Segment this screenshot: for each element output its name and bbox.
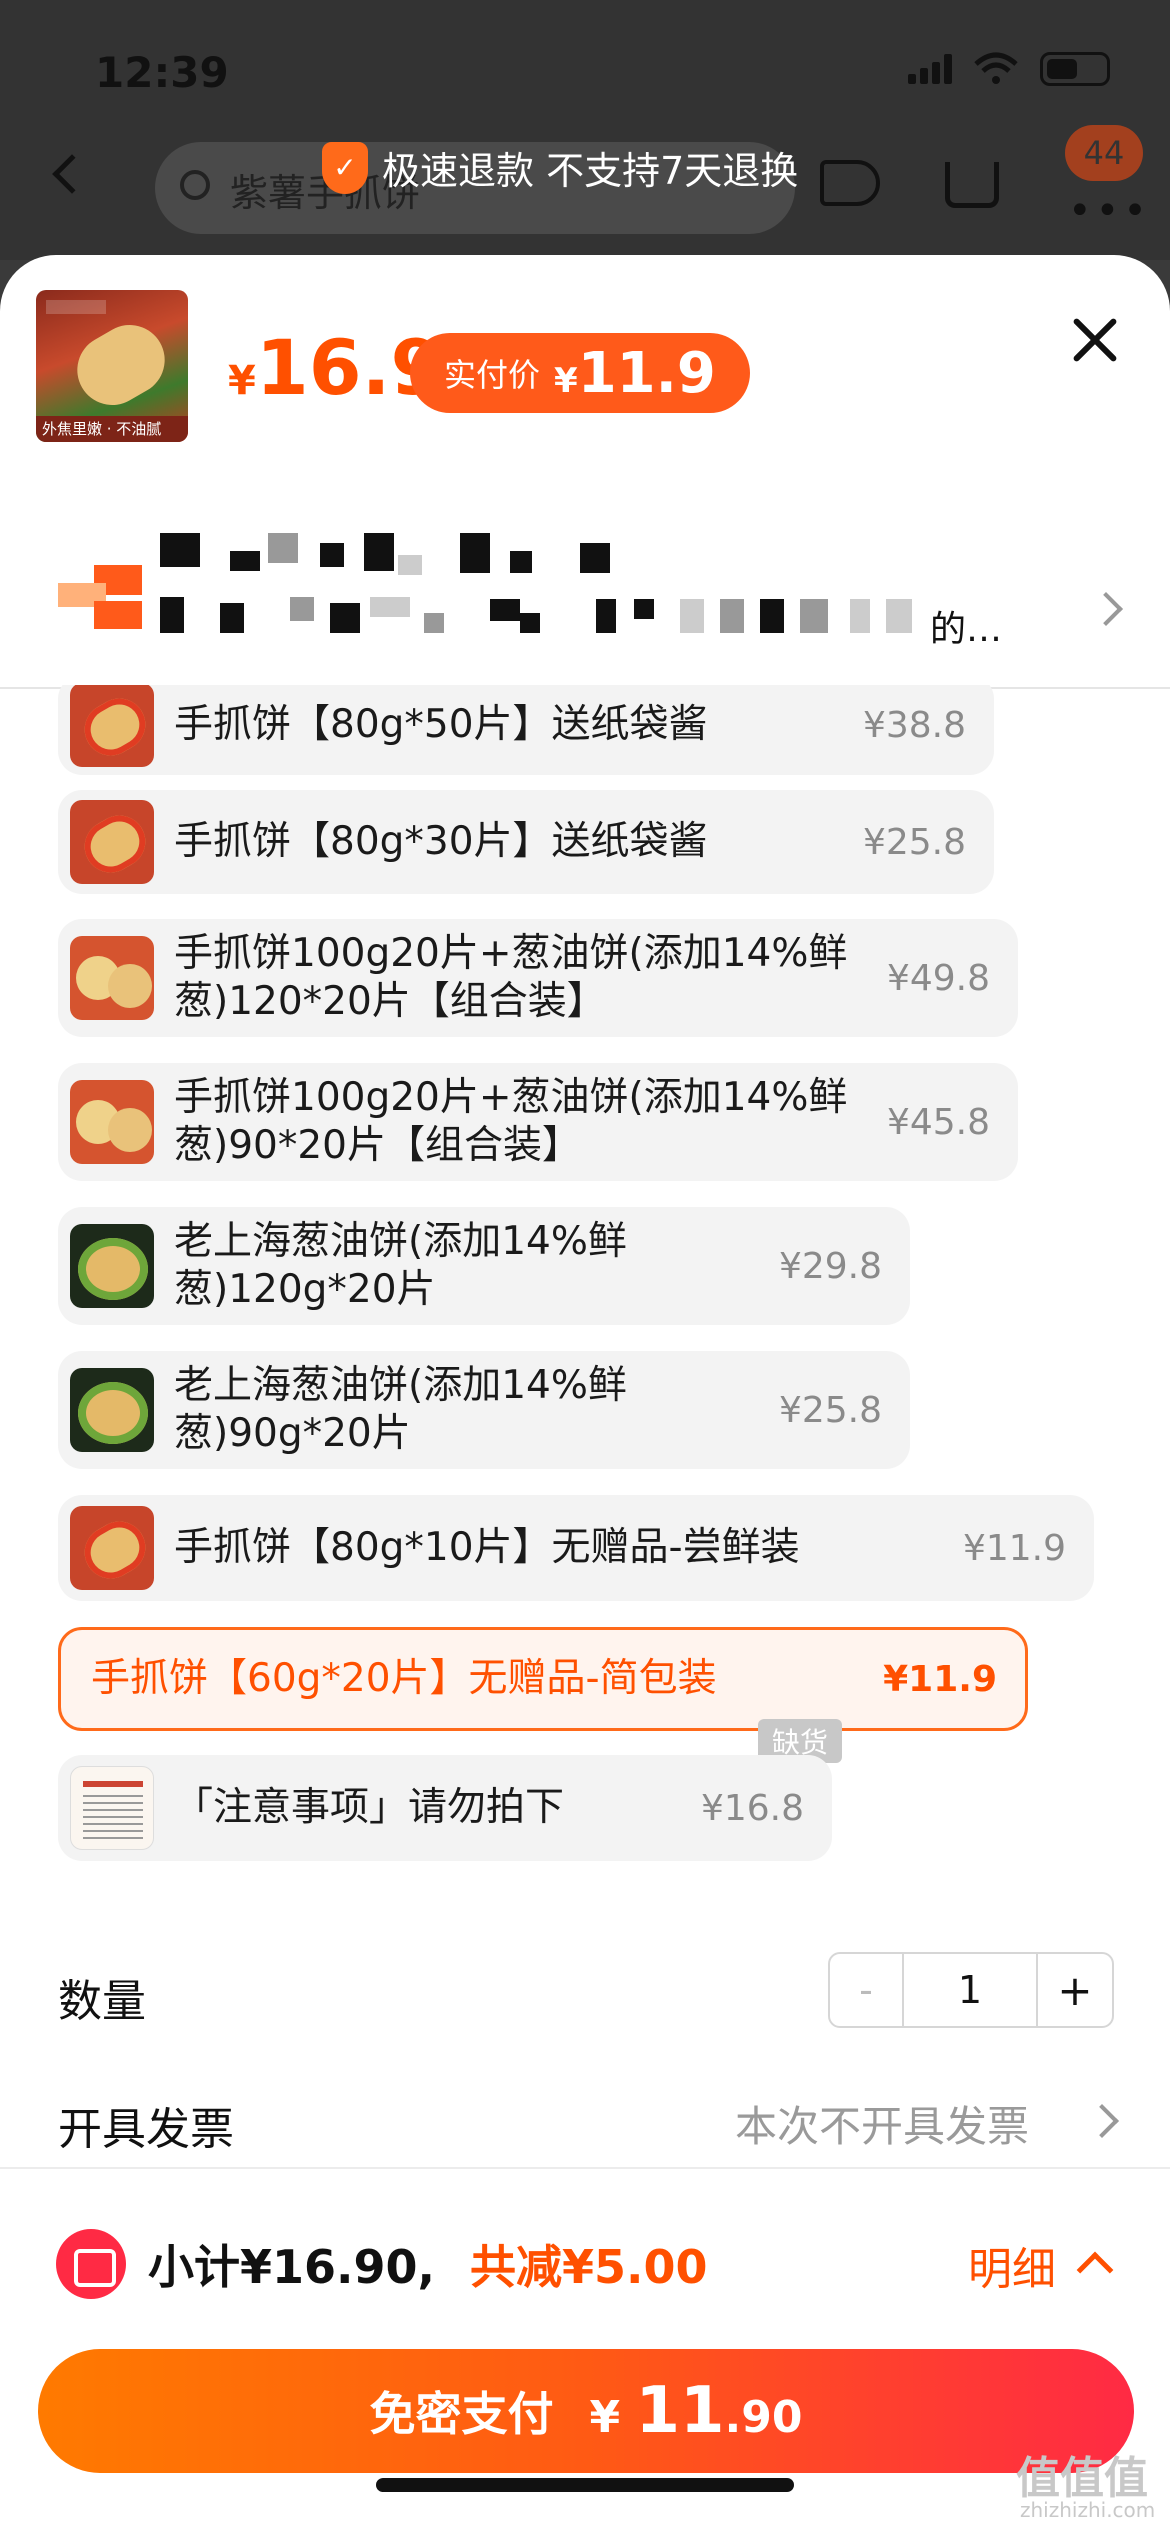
- sku-option[interactable]: 老上海葱油饼(添加14%鲜葱)90g*20片 ¥25.8: [58, 1351, 910, 1469]
- product-thumbnail[interactable]: 外焦里嫩 · 不油腻: [36, 290, 188, 442]
- more-icon[interactable]: •••: [1068, 188, 1151, 234]
- sku-thumbnail: [70, 1368, 154, 1452]
- sku-thumbnail: [70, 685, 154, 767]
- address-row[interactable]: 的…: [0, 485, 1170, 675]
- coupon-icon: [56, 2229, 126, 2299]
- sku-option[interactable]: 老上海葱油饼(添加14%鲜葱)120g*20片 ¥29.8: [58, 1207, 910, 1325]
- search-icon: [180, 170, 210, 200]
- sku-price: ¥49.8: [886, 957, 990, 999]
- sku-thumbnail: [70, 1080, 154, 1164]
- sku-name: 手抓饼【80g*30片】送纸袋酱: [174, 819, 708, 864]
- chevron-up-icon[interactable]: [1076, 2251, 1114, 2289]
- sku-option[interactable]: 手抓饼100g20片+葱油饼(添加14%鲜葱)90*20片【组合装】 ¥45.8: [58, 1063, 1018, 1181]
- sku-thumbnail: [70, 800, 154, 884]
- actual-price-label: 实付价: [444, 356, 541, 394]
- share-icon[interactable]: [820, 160, 880, 206]
- quantity-decrement-button[interactable]: -: [830, 1954, 904, 2026]
- status-icons: [908, 52, 1110, 86]
- address-tail: 的…: [930, 609, 1003, 650]
- sku-selector-sheet: 外焦里嫩 · 不油腻 ¥16.9 实付价 ¥11.9 的… 手抓饼【80g*50…: [0, 255, 1170, 2532]
- address-redacted: [160, 533, 960, 663]
- cart-badge: 44: [1065, 125, 1143, 181]
- shield-check-icon: ✓: [322, 141, 368, 194]
- sku-option[interactable]: 手抓饼100g20片+葱油饼(添加14%鲜葱)120*20片【组合装】 ¥49.…: [58, 919, 1018, 1037]
- dimmed-app-header: 12:39 紫薯手抓饼 44 •••: [0, 0, 1170, 260]
- watermark-url: zhizhizhi.com: [1020, 2498, 1156, 2522]
- cart-icon[interactable]: [945, 162, 999, 208]
- pay-button-amount: ¥ 11.90: [589, 2374, 803, 2448]
- sku-thumbnail: [70, 1766, 154, 1850]
- sku-option[interactable]: 手抓饼【80g*10片】无赠品-尝鲜装 ¥11.9: [58, 1495, 1094, 1601]
- home-indicator: [376, 2478, 794, 2492]
- quantity-stepper: - 1 +: [828, 1952, 1114, 2028]
- subtotal-text: 小计¥16.90,: [148, 2240, 435, 2294]
- location-icon: [58, 565, 142, 629]
- sku-price: ¥29.8: [778, 1245, 882, 1287]
- sku-name: 手抓饼100g20片+葱油饼(添加14%鲜葱)90*20片【组合装】: [174, 1075, 848, 1168]
- sku-price: ¥45.8: [886, 1101, 990, 1143]
- pay-button-label: 免密支付: [369, 2387, 554, 2441]
- sku-option[interactable]: 手抓饼【80g*50片】送纸袋酱 ¥38.8: [58, 685, 994, 775]
- back-icon[interactable]: [52, 154, 92, 194]
- sku-name: 手抓饼【60g*20片】无赠品-简包装: [91, 1656, 717, 1701]
- quantity-value[interactable]: 1: [904, 1954, 1038, 2026]
- invoice-value[interactable]: 本次不开具发票: [735, 2093, 1029, 2154]
- sku-name: 老上海葱油饼(添加14%鲜葱)120g*20片: [174, 1219, 627, 1312]
- cellular-signal-icon: [908, 54, 952, 84]
- sku-name: 手抓饼100g20片+葱油饼(添加14%鲜葱)120*20片【组合装】: [174, 931, 848, 1024]
- sku-thumbnail: [70, 1224, 154, 1308]
- invoice-label: 开具发票: [58, 2104, 234, 2155]
- sku-price: ¥11.9: [883, 1658, 997, 1700]
- actual-price-badge: 实付价 ¥11.9: [410, 333, 750, 413]
- refund-toast: ✓ 极速退款 不支持7天退换: [322, 140, 798, 195]
- thumbnail-caption: 外焦里嫩 · 不油腻: [36, 416, 188, 442]
- chevron-right-icon: [1089, 592, 1123, 626]
- quantity-label: 数量: [58, 1976, 146, 2027]
- sku-price: ¥11.9: [962, 1527, 1066, 1569]
- pay-button[interactable]: 免密支付 ¥ 11.90: [38, 2349, 1134, 2473]
- sku-thumbnail: [70, 936, 154, 1020]
- sku-option[interactable]: 手抓饼【80g*30片】送纸袋酱 ¥25.8: [58, 790, 994, 894]
- sku-option[interactable]: 「注意事项」请勿拍下 ¥16.8: [58, 1755, 832, 1861]
- watermark: 值值值: [1016, 2453, 1148, 2504]
- battery-icon: [1040, 52, 1110, 86]
- detail-toggle[interactable]: 明细: [968, 2233, 1056, 2297]
- status-time: 12:39: [95, 48, 229, 97]
- sku-name: 手抓饼【80g*10片】无赠品-尝鲜装: [174, 1525, 800, 1570]
- actual-price-amount: ¥11.9: [554, 340, 716, 406]
- close-icon[interactable]: [1070, 315, 1120, 365]
- sku-price: ¥25.8: [778, 1389, 882, 1431]
- sku-price: ¥25.8: [862, 821, 966, 863]
- quantity-increment-button[interactable]: +: [1038, 1954, 1112, 2026]
- sku-option-selected[interactable]: 手抓饼【60g*20片】无赠品-简包装 ¥11.9: [58, 1627, 1028, 1731]
- sku-price: ¥16.8: [700, 1787, 804, 1829]
- toast-text: 极速退款 不支持7天退换: [382, 149, 799, 193]
- wifi-icon: [974, 52, 1018, 84]
- sku-name: 手抓饼【80g*50片】送纸袋酱: [174, 702, 708, 747]
- sku-price: ¥38.8: [862, 704, 966, 746]
- sku-name: 老上海葱油饼(添加14%鲜葱)90g*20片: [174, 1363, 627, 1456]
- discount-text: 共减¥5.00: [470, 2240, 708, 2294]
- sku-thumbnail: [70, 1506, 154, 1590]
- sku-name: 「注意事项」请勿拍下: [174, 1785, 565, 1830]
